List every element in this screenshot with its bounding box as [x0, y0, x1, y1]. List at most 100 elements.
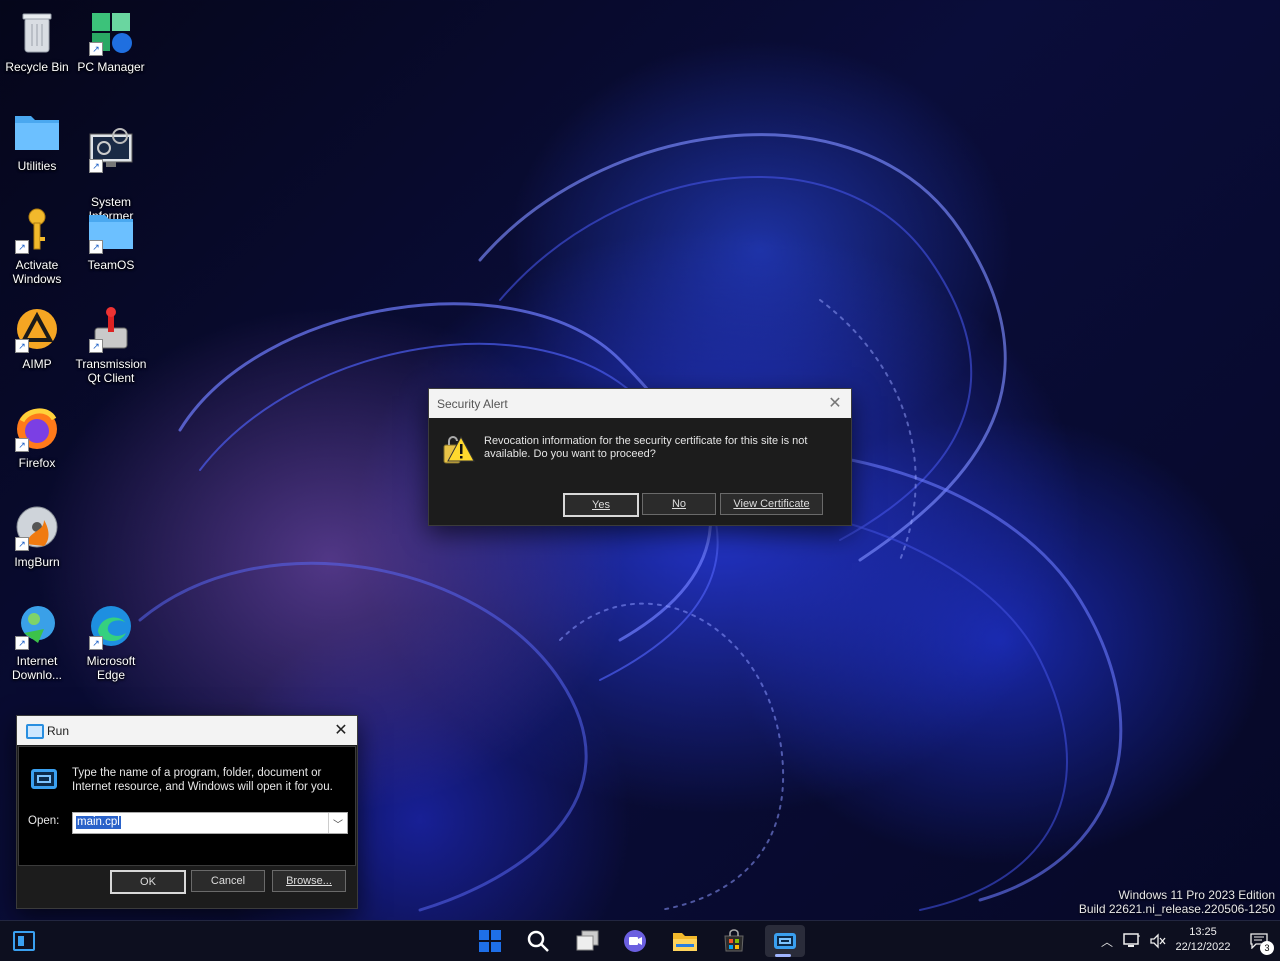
- alert-message-line: Revocation information for the security …: [484, 435, 808, 447]
- shortcut-arrow-icon: ↗: [15, 240, 29, 254]
- search-button[interactable]: [520, 925, 556, 957]
- recycle-bin-icon: [13, 8, 61, 56]
- shortcut-arrow-icon: ↗: [89, 339, 103, 353]
- widgets-icon: [13, 931, 35, 951]
- dialog-title: Run: [47, 723, 70, 738]
- desktop-icon-microsoft-edge[interactable]: ↗ Microsoft Edge: [74, 602, 148, 682]
- transmission-icon: ↗: [87, 305, 135, 353]
- run-icon: [774, 933, 796, 949]
- open-combobox[interactable]: main.cpl ﹀: [72, 812, 348, 834]
- desktop-icon-pc-manager[interactable]: ↗ PC Manager: [74, 8, 148, 74]
- shortcut-arrow-icon: ↗: [89, 636, 103, 650]
- run-taskbar-button[interactable]: [765, 925, 805, 957]
- show-desktop-widget-button[interactable]: [6, 925, 42, 957]
- desktop-icon-label: AIMP: [22, 357, 52, 371]
- network-icon: [1123, 933, 1140, 947]
- ok-button[interactable]: OK: [110, 870, 186, 894]
- edge-icon: ↗: [87, 602, 135, 650]
- task-view-button[interactable]: [570, 925, 606, 957]
- clock[interactable]: 13:25 22/12/2022: [1172, 925, 1234, 955]
- desktop-icon-teamos[interactable]: ↗ TeamOS: [74, 206, 148, 272]
- view-certificate-button[interactable]: View Certificate: [720, 493, 823, 515]
- run-description: Type the name of a program, folder, docu…: [72, 766, 333, 794]
- task-view-icon: [576, 930, 599, 951]
- desktop-icon-aimp[interactable]: ↗ AIMP: [0, 305, 74, 371]
- browse-button[interactable]: Browse...: [272, 870, 346, 892]
- pc-manager-icon: ↗: [87, 8, 135, 56]
- desktop-icon-label: PC Manager: [77, 60, 145, 74]
- key-icon: ↗: [13, 206, 61, 254]
- microsoft-store-button[interactable]: [716, 925, 752, 957]
- desktop-icon-label: Recycle Bin: [5, 60, 69, 74]
- desktop-icon-label: Transmission Qt Client: [75, 357, 147, 385]
- desktop-icon-recycle-bin[interactable]: Recycle Bin: [0, 8, 74, 74]
- shortcut-arrow-icon: ↗: [15, 636, 29, 650]
- security-alert-dialog: Security Alert ✕ Revocation information …: [428, 388, 852, 526]
- edition-watermark: Windows 11 Pro 2023 Edition Build 22621.…: [1079, 888, 1275, 916]
- system-informer-icon: ↗: [87, 125, 135, 173]
- firefox-icon: ↗: [13, 404, 61, 452]
- desktop-icon-activate-windows[interactable]: ↗ Activate Windows: [0, 206, 74, 286]
- shortcut-arrow-icon: ↗: [15, 438, 29, 452]
- chevron-down-icon[interactable]: ﹀: [328, 813, 347, 833]
- notification-center-button[interactable]: 3: [1242, 925, 1276, 957]
- show-hidden-icons-button[interactable]: ︿: [1096, 925, 1118, 957]
- dialog-title: Security Alert: [437, 396, 508, 411]
- network-button[interactable]: [1120, 925, 1144, 957]
- desktop-icon-internet-download-manager[interactable]: ↗ Internet Downlo...: [0, 602, 74, 682]
- idm-icon: ↗: [13, 602, 61, 650]
- warning-icon: [441, 433, 475, 467]
- teams-chat-icon: [624, 930, 646, 952]
- desktop-icon-label: Utilities: [17, 159, 57, 173]
- run-dialog-body: Type the name of a program, folder, docu…: [18, 746, 356, 866]
- desktop-icon-firefox[interactable]: ↗ Firefox: [0, 404, 74, 470]
- clock-time: 13:25: [1189, 926, 1217, 938]
- run-description-line: Internet resource, and Windows will open…: [72, 781, 333, 793]
- shortcut-arrow-icon: ↗: [15, 537, 29, 551]
- clock-date: 22/12/2022: [1175, 941, 1231, 953]
- close-button[interactable]: ✕: [825, 393, 845, 413]
- dialog-title-bar[interactable]: Security Alert ✕: [429, 389, 851, 418]
- alert-message-line: available. Do you want to proceed?: [484, 448, 656, 460]
- run-description-line: Type the name of a program, folder, docu…: [72, 767, 322, 779]
- volume-button[interactable]: [1146, 925, 1170, 957]
- cancel-button[interactable]: Cancel: [191, 870, 265, 892]
- desktop-icon-label: Firefox: [18, 456, 56, 470]
- alert-message: Revocation information for the security …: [484, 435, 807, 461]
- dialog-title-bar[interactable]: Run ✕: [17, 716, 357, 745]
- store-icon: [724, 929, 744, 952]
- yes-button[interactable]: Yes: [563, 493, 639, 517]
- open-label: Open:: [28, 815, 60, 827]
- desktop-icon-label: ImgBurn: [14, 555, 60, 569]
- desktop-icon-transmission[interactable]: ↗ Transmission Qt Client: [74, 305, 148, 385]
- desktop-icon-imgburn[interactable]: ↗ ImgBurn: [0, 503, 74, 569]
- aimp-icon: ↗: [13, 305, 61, 353]
- close-button[interactable]: ✕: [331, 720, 351, 740]
- taskbar: ︿ 13:25 22/12/2022 3: [0, 920, 1280, 961]
- shortcut-arrow-icon: ↗: [89, 42, 103, 56]
- desktop-icon-label: Microsoft Edge: [86, 654, 136, 682]
- shortcut-arrow-icon: ↗: [15, 339, 29, 353]
- desktop-icon-utilities[interactable]: Utilities: [0, 107, 74, 173]
- desktop-icon-label: Activate Windows: [12, 258, 62, 286]
- volume-muted-icon: [1150, 933, 1166, 949]
- open-input[interactable]: main.cpl: [76, 816, 121, 829]
- windows-start-icon: [479, 930, 501, 952]
- imgburn-icon: ↗: [13, 503, 61, 551]
- teams-chat-button[interactable]: [617, 925, 653, 957]
- notification-count-badge: 3: [1260, 941, 1274, 955]
- run-dialog: Run ✕ Type the name of a program, folder…: [16, 715, 358, 909]
- run-title-icon: [26, 724, 44, 739]
- edition-text: Windows 11 Pro 2023 Edition: [1118, 888, 1275, 902]
- run-icon: [31, 769, 57, 789]
- start-button[interactable]: [472, 925, 508, 957]
- desktop-icon-label: TeamOS: [87, 258, 135, 272]
- search-icon: [527, 930, 549, 952]
- no-button[interactable]: No: [642, 493, 716, 515]
- chevron-up-icon: ︿: [1100, 934, 1113, 949]
- file-explorer-button[interactable]: [667, 925, 703, 957]
- desktop-icon-label: Internet Downlo...: [11, 654, 63, 682]
- folder-icon: [13, 107, 61, 155]
- folder-icon: ↗: [87, 206, 135, 254]
- file-explorer-icon: [673, 933, 697, 951]
